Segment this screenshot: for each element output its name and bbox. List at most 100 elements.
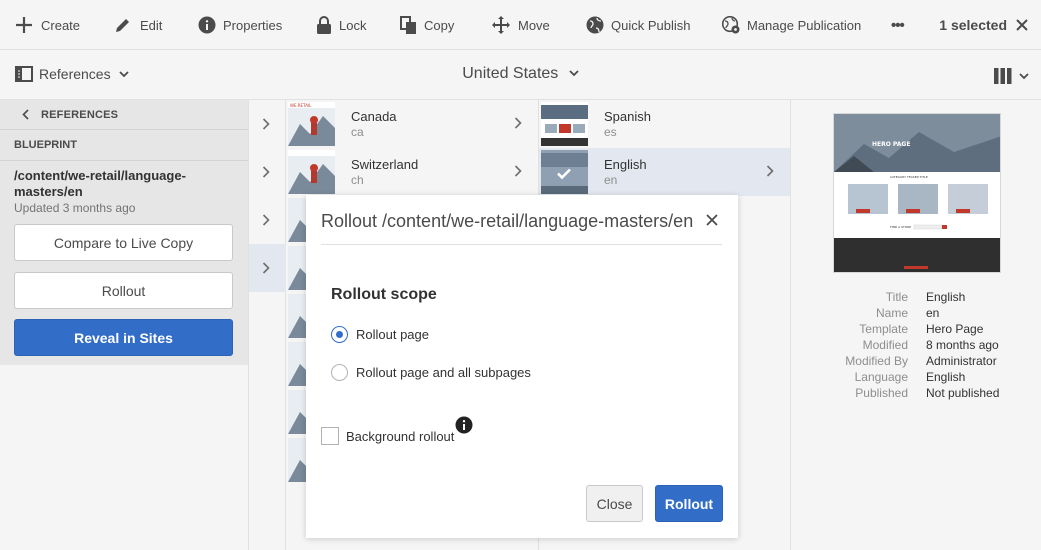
edit-button[interactable]: Edit	[113, 0, 162, 50]
meta-label: Language	[854, 370, 908, 384]
manage-publication-label: Manage Publication	[747, 17, 862, 33]
more-actions-button[interactable]: •••	[891, 0, 905, 50]
row-title: Spanish	[604, 109, 651, 124]
column-collapsed	[248, 100, 287, 550]
quick-publish-label: Quick Publish	[611, 17, 691, 33]
rollout-subpages-label[interactable]: Rollout page and all subpages	[356, 365, 531, 380]
rail-back-label: REFERENCES	[41, 108, 119, 121]
chevron-right-icon[interactable]	[514, 165, 522, 177]
chevron-right-icon[interactable]	[262, 118, 270, 130]
blueprint-path: /content/we-retail/language-masters/en	[14, 168, 186, 199]
rollout-page-radio[interactable]	[331, 326, 348, 343]
row-subtitle: ch	[351, 173, 364, 187]
row-title: Canada	[351, 109, 397, 124]
copy-icon	[400, 15, 416, 34]
rollout-dialog: Rollout /content/we-retail/language-mast…	[306, 195, 738, 538]
move-label: Move	[518, 17, 550, 33]
row-title: Switzerland	[351, 157, 419, 172]
meta-label: Published	[855, 386, 908, 400]
header-bar: References United States	[0, 50, 1041, 100]
thumb-logo: WE.RETAIL	[290, 103, 312, 108]
rollout-page-label[interactable]: Rollout page	[356, 327, 429, 342]
meta-value: 8 months ago	[926, 338, 999, 352]
column-view-icon	[994, 68, 1012, 84]
page-thumbnail	[541, 102, 588, 146]
list-item[interactable]: Spanish es	[539, 100, 790, 148]
row-subtitle: en	[604, 173, 618, 187]
page-thumbnail: WE.RETAIL	[288, 102, 335, 146]
preview-hero-text: HERO PAGE	[872, 141, 910, 148]
background-rollout-label[interactable]: Background rollout	[346, 429, 454, 444]
chevron-right-icon[interactable]	[514, 117, 522, 129]
meta-value: Administrator	[926, 354, 997, 368]
manage-publication-button[interactable]: Manage Publication	[722, 0, 861, 50]
info-circle-icon	[198, 16, 216, 34]
copy-button[interactable]: Copy	[400, 0, 454, 50]
row-subtitle: es	[604, 125, 617, 139]
checkmark-circle-icon	[557, 168, 571, 180]
list-item[interactable]: WE.RETAIL Canada ca	[286, 100, 538, 148]
rollout-subpages-radio[interactable]	[331, 364, 348, 381]
meta-value: English	[926, 370, 966, 384]
rollout-scope-heading: Rollout scope	[331, 286, 437, 303]
row-title: English	[604, 157, 647, 172]
page-thumbnail	[288, 150, 335, 194]
chevron-down-icon	[569, 70, 579, 77]
compare-live-copy-button[interactable]: Compare to Live Copy	[14, 224, 233, 261]
references-rail: REFERENCES BLUEPRINT /content/we-retail/…	[0, 100, 248, 365]
selection-count: 1 selected	[939, 17, 1007, 33]
page-title[interactable]: United States	[0, 65, 1041, 83]
dialog-rollout-button[interactable]: Rollout	[655, 485, 723, 522]
reveal-in-sites-button[interactable]: Reveal in Sites	[14, 319, 233, 356]
chevron-right-icon[interactable]	[262, 262, 270, 274]
create-label: Create	[41, 17, 81, 33]
edit-label: Edit	[140, 17, 163, 33]
meta-label: Template	[859, 322, 908, 336]
view-switcher[interactable]	[994, 68, 1029, 84]
info-icon[interactable]	[455, 416, 473, 434]
meta-value: en	[926, 306, 940, 320]
chevron-right-icon[interactable]	[262, 214, 270, 226]
copy-label: Copy	[424, 17, 455, 33]
globe-icon	[586, 16, 604, 34]
meta-label: Title	[885, 290, 908, 304]
pencil-icon	[116, 19, 129, 32]
lock-label: Lock	[339, 17, 367, 33]
move-button[interactable]: Move	[491, 0, 550, 50]
rail-rollout-button[interactable]: Rollout	[14, 272, 233, 309]
chevron-right-icon[interactable]	[766, 165, 774, 177]
chevron-right-icon[interactable]	[262, 166, 270, 178]
rail-section-title: BLUEPRINT	[0, 130, 248, 161]
page-title-text: United States	[462, 65, 559, 82]
list-item[interactable]: Switzerland ch	[286, 148, 538, 196]
close-selection-icon[interactable]	[1015, 18, 1029, 32]
row-subtitle: ca	[351, 125, 364, 139]
action-toolbar: Create Edit Properties Lock Copy Move Qu…	[0, 0, 1041, 50]
list-item-selected[interactable]: English en	[539, 148, 790, 196]
dialog-close-button[interactable]: Close	[586, 485, 643, 522]
page-preview-image: HERO PAGE CATEGORY TEASER TITLE FIND A S…	[833, 113, 1001, 273]
dialog-divider	[321, 244, 722, 245]
dialog-title: Rollout /content/we-retail/language-mast…	[321, 211, 694, 231]
background-rollout-checkbox[interactable]	[321, 427, 339, 445]
page-properties-panel: HERO PAGE CATEGORY TEASER TITLE FIND A S…	[791, 100, 1041, 550]
properties-label: Properties	[223, 17, 283, 33]
meta-label: Modified By	[845, 354, 908, 368]
globe-gear-icon	[722, 16, 740, 34]
meta-value: Hero Page	[926, 322, 984, 336]
chevron-down-icon	[1019, 72, 1029, 79]
lock-button[interactable]: Lock	[316, 0, 366, 50]
create-button[interactable]: Create	[14, 0, 80, 50]
close-icon[interactable]	[706, 214, 718, 226]
preview-find: FIND A STORE	[890, 225, 911, 229]
meta-value: English	[926, 290, 966, 304]
blueprint-updated: Updated 3 months ago	[14, 201, 136, 215]
quick-publish-button[interactable]: Quick Publish	[586, 0, 690, 50]
chevron-left-icon	[22, 109, 29, 120]
meta-label: Modified	[862, 338, 908, 352]
properties-button[interactable]: Properties	[198, 0, 282, 50]
more-label: •••	[891, 16, 905, 34]
lock-icon	[317, 16, 331, 34]
preview-tagline: CATEGORY TEASER TITLE	[890, 175, 928, 179]
rail-back-header[interactable]: REFERENCES	[0, 100, 248, 130]
